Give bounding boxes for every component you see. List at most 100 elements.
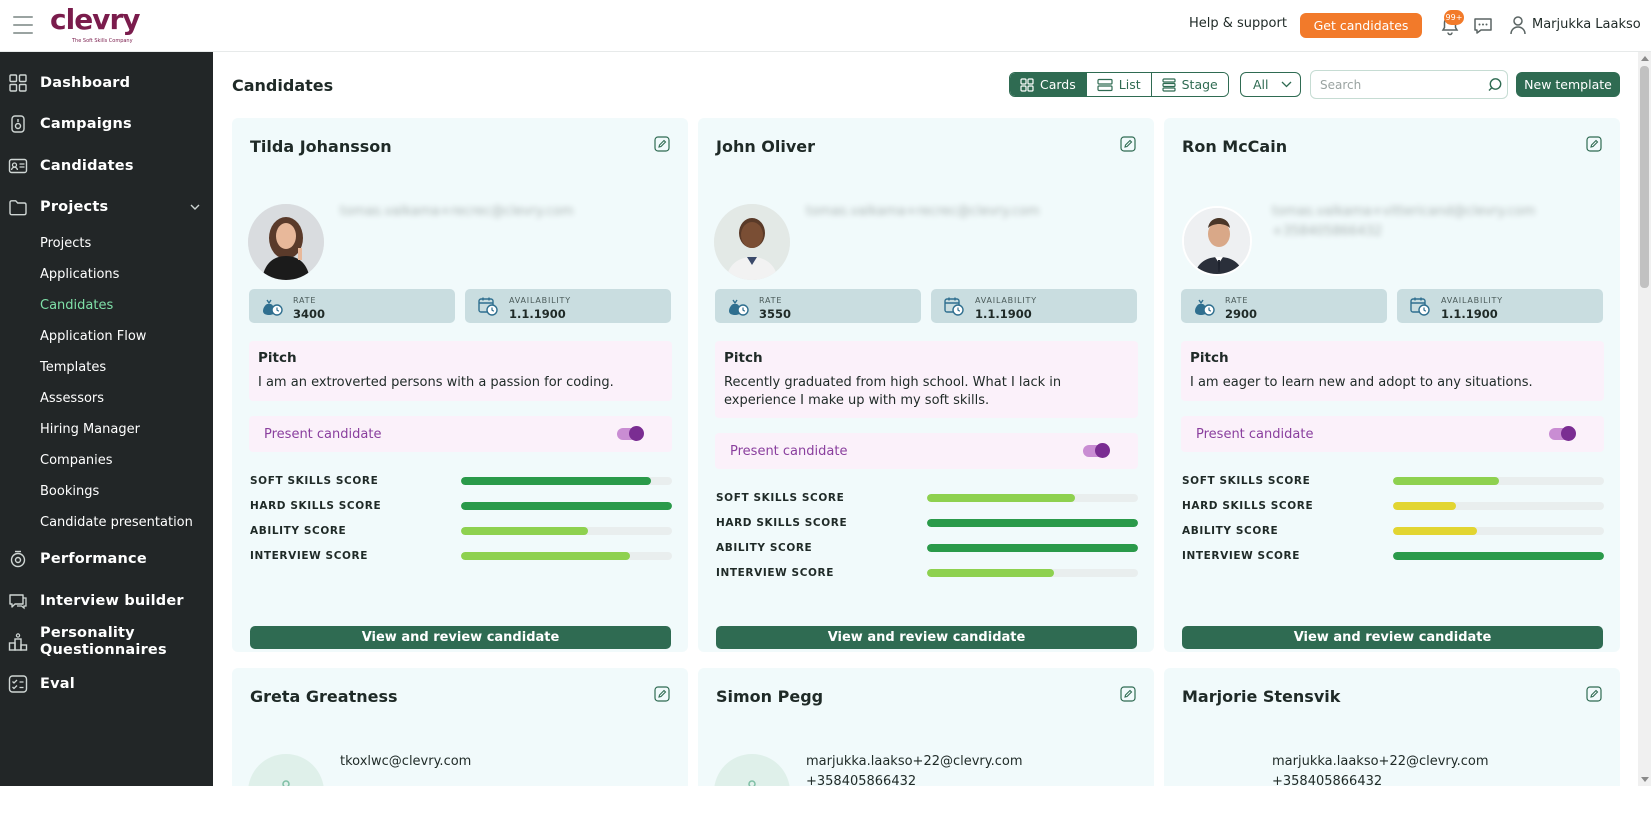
present-candidate-row: Present candidate (715, 433, 1138, 469)
sidebar-subitem-candidates[interactable]: Candidates (40, 298, 113, 313)
ability-score: ABILITY SCORE (250, 524, 672, 538)
score-label: ABILITY SCORE (1182, 525, 1279, 537)
rate-box: RATE 2900 (1181, 289, 1387, 323)
score-label: INTERVIEW SCORE (1182, 550, 1301, 562)
pitch-title: Pitch (1190, 350, 1229, 366)
sidebar-subitem-assessors[interactable]: Assessors (40, 391, 104, 406)
scroll-thumb[interactable] (1640, 66, 1649, 288)
view-cards-button[interactable]: Cards (1010, 73, 1087, 96)
sidebar-subitem-hiring-manager[interactable]: Hiring Manager (40, 422, 140, 437)
user-icon[interactable] (1509, 14, 1527, 36)
sidebar-subitem-applications[interactable]: Applications (40, 267, 119, 282)
filter-select[interactable]: All (1240, 72, 1301, 97)
pitch-text: Recently graduated from high school. Wha… (724, 375, 1062, 408)
sidebar-item-interview-builder[interactable]: Interview builder (0, 583, 213, 619)
folder-icon (9, 200, 27, 216)
chevron-down-icon (1281, 81, 1292, 88)
score-bar (1393, 527, 1604, 535)
hard-skills-score: HARD SKILLS SCORE (1182, 499, 1604, 513)
sidebar-item-campaigns[interactable]: Campaigns (0, 106, 213, 142)
main-content: Candidates Cards List Stage All New temp… (213, 52, 1638, 786)
edit-icon[interactable] (1120, 136, 1136, 152)
score-bar-fill (927, 544, 1138, 552)
search-icon[interactable] (1487, 77, 1503, 93)
candidate-name[interactable]: Marjorie Stensvik (1182, 687, 1340, 706)
present-candidate-row: Present candidate (249, 416, 672, 452)
sidebar-subitem-companies[interactable]: Companies (40, 453, 113, 468)
score-bar (461, 477, 672, 485)
calendar-clock-icon (478, 297, 498, 316)
user-name[interactable]: Marjukka Laakso (1532, 17, 1641, 32)
sidebar-item-candidates[interactable]: Candidates (0, 148, 213, 184)
view-review-button[interactable]: View and review candidate (716, 626, 1137, 649)
sidebar-subitem-projects[interactable]: Projects (40, 236, 91, 251)
present-candidate-toggle[interactable] (1083, 443, 1110, 458)
view-cards-label: Cards (1040, 77, 1076, 92)
get-candidates-button[interactable]: Get candidates (1300, 13, 1422, 38)
id-card-icon (8, 158, 28, 174)
candidate-phone: +358405866432 (1272, 774, 1383, 786)
ability-score: ABILITY SCORE (1182, 524, 1604, 538)
logo-text: clevry (50, 3, 141, 36)
sidebar-item-performance[interactable]: Performance (0, 541, 213, 577)
hamburger-menu-icon[interactable] (13, 16, 33, 34)
view-review-button[interactable]: View and review candidate (1182, 626, 1603, 649)
new-template-button[interactable]: New template (1516, 72, 1620, 97)
availability-value: 1.1.1900 (1441, 307, 1498, 321)
present-candidate-toggle[interactable] (617, 426, 644, 441)
sidebar-subitem-bookings[interactable]: Bookings (40, 484, 99, 499)
help-support-link[interactable]: Help & support (1189, 16, 1287, 31)
view-review-button[interactable]: View and review candidate (250, 626, 671, 649)
sidebar-item-personality-questionnaires[interactable]: Personality Questionnaires (0, 624, 213, 660)
chat-icon[interactable] (1472, 15, 1494, 37)
sidebar-item-label: Campaigns (40, 115, 132, 132)
sidebar-subitem-application-flow[interactable]: Application Flow (40, 329, 146, 344)
candidate-name[interactable]: Simon Pegg (716, 687, 823, 706)
present-candidate-label: Present candidate (730, 444, 848, 459)
page-scrollbar[interactable] (1638, 52, 1651, 786)
view-stage-button[interactable]: Stage (1151, 73, 1228, 96)
score-bar (927, 544, 1138, 552)
edit-icon[interactable] (654, 136, 670, 152)
candidate-phone: +358405866432 (806, 774, 917, 786)
sidebar-item-dashboard[interactable]: Dashboard (0, 65, 213, 101)
view-list-label: List (1118, 77, 1141, 92)
scroll-down-arrow[interactable] (1641, 777, 1649, 782)
edit-icon[interactable] (1586, 686, 1602, 702)
sidebar-subitem-candidate-presentation[interactable]: Candidate presentation (40, 515, 193, 530)
present-candidate-label: Present candidate (1196, 427, 1314, 442)
sidebar-item-projects[interactable]: Projects (0, 189, 213, 225)
stage-icon (1162, 77, 1176, 92)
edit-icon[interactable] (1586, 136, 1602, 152)
search-input[interactable] (1320, 77, 1480, 93)
rate-value: 3400 (293, 307, 326, 321)
candidate-name[interactable]: Greta Greatness (250, 687, 398, 706)
chevron-down-icon[interactable] (188, 200, 202, 214)
campaign-icon (11, 115, 25, 133)
score-label: INTERVIEW SCORE (716, 567, 835, 579)
score-bar (927, 494, 1138, 502)
sidebar-item-eval[interactable]: Eval (0, 666, 213, 702)
edit-icon[interactable] (654, 686, 670, 702)
clevry-logo[interactable]: clevry The Soft Skills Company (50, 6, 150, 46)
edit-icon[interactable] (1120, 686, 1136, 702)
score-bar-fill (1393, 477, 1499, 485)
view-list-button[interactable]: List (1086, 73, 1152, 96)
candidate-name[interactable]: Tilda Johansson (250, 137, 392, 156)
candidate-name[interactable]: Ron McCain (1182, 137, 1287, 156)
score-bar-fill (461, 527, 588, 535)
candidate-email: marjukka.laakso+22@clevry.com (1272, 754, 1489, 769)
scroll-up-arrow[interactable] (1641, 56, 1649, 61)
candidate-name[interactable]: John Oliver (716, 137, 815, 156)
cloud-avatar-icon (1180, 754, 1256, 786)
score-label: SOFT SKILLS SCORE (250, 475, 379, 487)
candidate-email: tkoxlwc@clevry.com (340, 754, 472, 769)
view-stage-label: Stage (1181, 77, 1218, 92)
sidebar-subitem-templates[interactable]: Templates (40, 360, 106, 375)
sidebar-item-label: Candidates (40, 157, 134, 174)
pitch-title: Pitch (724, 350, 763, 366)
candidate-phone: +358405866432 (1272, 224, 1383, 239)
score-label: HARD SKILLS SCORE (716, 517, 848, 529)
availability-label: AVAILABILITY (1441, 296, 1503, 305)
present-candidate-toggle[interactable] (1549, 426, 1576, 441)
